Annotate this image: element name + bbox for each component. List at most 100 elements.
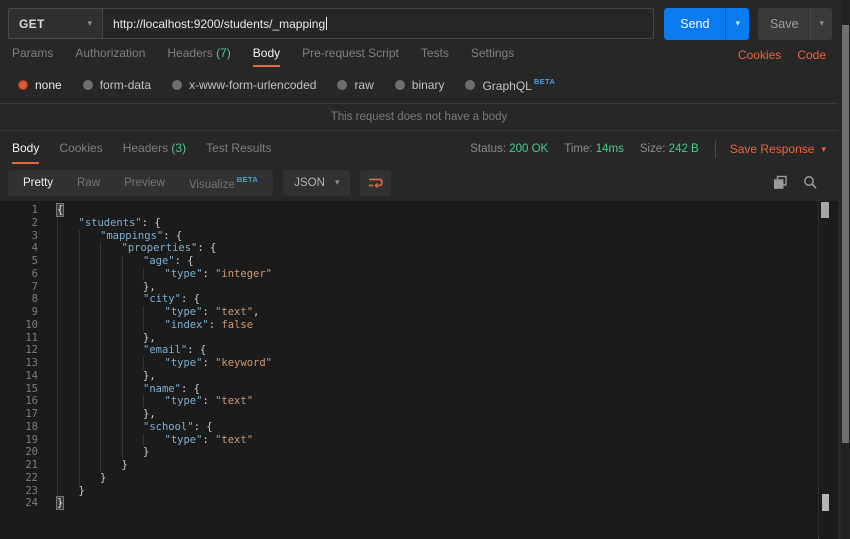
line-number: 14 [25, 369, 38, 382]
code-text: }, [143, 369, 156, 382]
time-badge: Time: 14ms [564, 143, 624, 155]
code-link[interactable]: Code [797, 48, 826, 67]
indent-guide-line [78, 420, 101, 434]
indent-guide-line [121, 369, 144, 383]
code-scrollbar-thumb[interactable] [821, 202, 829, 218]
code-text: "name": { [143, 382, 200, 395]
tab-body[interactable]: Body [252, 46, 281, 67]
line-number: 24 [25, 497, 38, 510]
save-button[interactable]: Save ▾ [757, 7, 832, 40]
view-tab-preview[interactable]: Preview [112, 170, 177, 196]
code-line: 1{ [8, 203, 838, 217]
window-scrollbar[interactable] [841, 0, 850, 539]
radio-none[interactable]: none [18, 78, 62, 92]
indent-guide-line [121, 382, 144, 396]
indent-guide-line [78, 318, 101, 332]
response-tab-body[interactable]: Body [12, 141, 40, 164]
url-input[interactable]: http://localhost:9200/students/_mapping [102, 8, 655, 39]
line-number: 10 [25, 318, 38, 331]
radio-graphql[interactable]: GraphQL BETA [465, 77, 555, 93]
indent-guide-line [121, 395, 144, 408]
response-tab-headers[interactable]: Headers (3) [123, 141, 186, 164]
copy-button[interactable] [773, 175, 788, 190]
indent-guide-line [78, 357, 101, 370]
code-scrollbar[interactable] [818, 200, 830, 539]
response-tab-test-results[interactable]: Test Results [206, 141, 271, 164]
radio-binary[interactable]: binary [394, 78, 444, 92]
tab-tests[interactable]: Tests [421, 46, 449, 67]
tab-authorization[interactable]: Authorization [75, 46, 145, 67]
code-line: 6 "type": "integer" [8, 267, 838, 281]
indent-guide-line [121, 344, 144, 357]
code-line: 3 "mappings": { [8, 229, 838, 243]
send-label: Send [680, 16, 710, 31]
code-line: 4 "properties": { [8, 242, 838, 255]
chevron-down-icon: ▾ [87, 18, 92, 28]
indent-guide-line [78, 331, 101, 345]
indent-guide-line [100, 382, 122, 396]
response-tab-cookies[interactable]: Cookies [59, 141, 102, 164]
line-number: 15 [25, 382, 38, 395]
empty-body-message: This request does not have a body [0, 104, 838, 131]
indent-guide-line [78, 395, 101, 408]
format-value: JSON [294, 176, 325, 189]
graphql-label: GraphQL [482, 79, 532, 93]
code-text: { [55, 203, 65, 217]
radio-icon [394, 80, 405, 90]
indent-guide-line [100, 242, 122, 255]
view-tab-visualize[interactable]: Visualize BETA [177, 167, 270, 198]
tab-settings[interactable]: Settings [471, 46, 514, 67]
tab-params[interactable]: Params [12, 46, 53, 67]
save-response-button[interactable]: Save Response ▾ [730, 142, 826, 156]
headers-count-badge: (7) [216, 46, 231, 60]
indent-guide-line [121, 267, 144, 281]
indent-guide-line [57, 420, 79, 434]
code-text: "type": "text" [164, 395, 254, 408]
send-button[interactable]: Send ▾ [664, 7, 749, 40]
radio-raw[interactable]: raw [337, 78, 374, 92]
radio-icon [82, 80, 93, 90]
code-text: } [121, 459, 128, 471]
indent-guide-line [78, 471, 101, 485]
view-tab-raw[interactable]: Raw [65, 170, 112, 196]
time-label: Time: [564, 143, 593, 155]
beta-badge: BETA [236, 175, 259, 184]
visualize-label: Visualize [188, 179, 235, 191]
indent-guide-line [100, 459, 122, 472]
tab-headers[interactable]: Headers (7) [167, 46, 230, 67]
format-select[interactable]: JSON ▾ [283, 169, 351, 196]
cookies-link[interactable]: Cookies [738, 48, 781, 67]
indent-guide-line [78, 433, 101, 447]
indent-guide-line [100, 280, 122, 294]
code-text: "type": "text" [164, 433, 254, 446]
radio-selected-icon [18, 80, 28, 90]
line-number: 22 [25, 471, 38, 484]
save-options-chevron-down-icon[interactable]: ▾ [811, 8, 832, 40]
indent-guide-line [121, 357, 144, 370]
indent-guide-line [57, 216, 79, 230]
view-tab-pretty[interactable]: Pretty [11, 170, 65, 196]
code-scrollbar-thumb-secondary[interactable] [822, 494, 829, 511]
response-headers-count-badge: (3) [171, 141, 187, 155]
line-number: 2 [31, 216, 38, 229]
indent-guide-line [100, 255, 122, 268]
indent-guide-line [100, 318, 122, 332]
tab-pre-request-script[interactable]: Pre-request Script [302, 46, 399, 67]
line-number: 23 [25, 484, 38, 497]
indent-guide-line [57, 484, 79, 498]
indent-guide-line [57, 369, 79, 383]
view-mode-group: Pretty Raw Preview Visualize BETA [8, 167, 274, 198]
window-scrollbar-thumb[interactable] [842, 25, 849, 443]
search-button[interactable] [803, 175, 818, 190]
beta-badge: BETA [533, 77, 556, 86]
code-text: "index": false [164, 318, 254, 331]
wrap-lines-button[interactable] [360, 169, 392, 196]
send-options-chevron-down-icon[interactable]: ▾ [726, 8, 749, 40]
radio-form-data[interactable]: form-data [82, 78, 151, 92]
radio-x-www-form-urlencoded[interactable]: x-www-form-urlencoded [172, 78, 316, 92]
indent-guide-line [57, 446, 79, 459]
code-editor[interactable]: 1{2 "students": {3 "mappings": {4 "properti… [0, 201, 838, 539]
http-method-select[interactable]: GET ▾ [8, 8, 102, 39]
indent-guide-line [57, 293, 79, 306]
code-line: 23} [8, 484, 838, 498]
